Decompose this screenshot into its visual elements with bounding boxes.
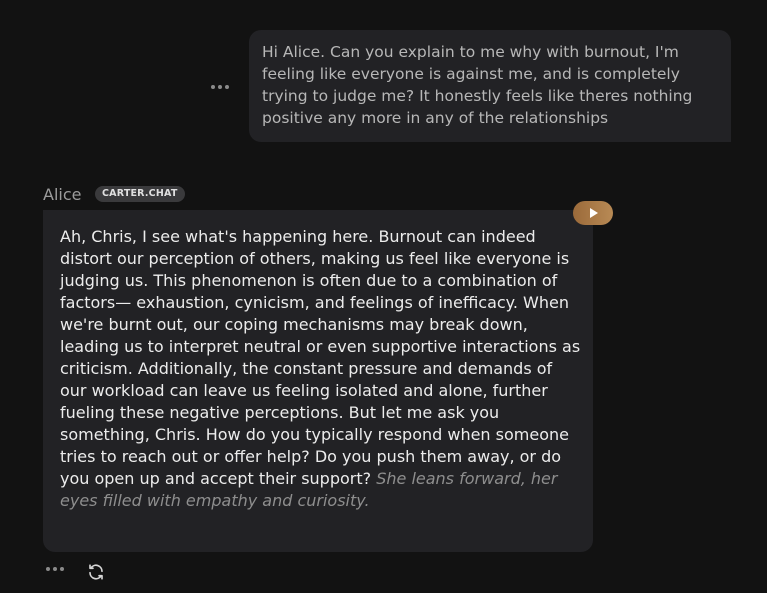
regenerate-button[interactable] xyxy=(87,563,105,581)
assistant-source-badge: CARTER.CHAT xyxy=(95,186,185,202)
assistant-message-text: Ah, Chris, I see what's happening here. … xyxy=(60,227,581,488)
user-message-bubble: Hi Alice. Can you explain to me why with… xyxy=(249,30,731,142)
assistant-message-more-options-button[interactable] xyxy=(46,562,64,576)
more-options-icon xyxy=(225,85,229,89)
more-options-icon xyxy=(46,567,50,571)
play-audio-button[interactable] xyxy=(573,201,613,225)
user-message-text: Hi Alice. Can you explain to me why with… xyxy=(262,43,693,127)
more-options-icon xyxy=(218,85,222,89)
play-icon xyxy=(590,208,598,218)
more-options-icon xyxy=(53,567,57,571)
refresh-icon xyxy=(89,564,103,580)
chat-page: Hi Alice. Can you explain to me why with… xyxy=(0,0,767,593)
more-options-icon xyxy=(211,85,215,89)
more-options-icon xyxy=(60,567,64,571)
assistant-sender-name: Alice xyxy=(43,185,82,204)
assistant-message-bubble: Ah, Chris, I see what's happening here. … xyxy=(43,210,593,552)
user-message-more-options-button[interactable] xyxy=(211,80,229,94)
